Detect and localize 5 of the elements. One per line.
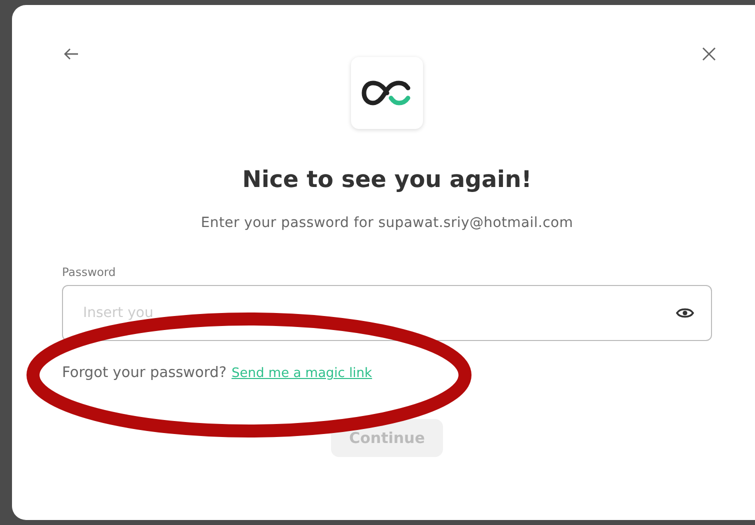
dialog-title: Nice to see you again! — [242, 167, 532, 193]
forgot-text: Forgot your password? — [62, 365, 227, 381]
field-label: Password — [62, 265, 116, 279]
magic-link[interactable]: Send me a magic link — [232, 366, 372, 381]
dialog-subtitle: Enter your password for supawat.sriy@hotmail.com — [200, 215, 574, 231]
